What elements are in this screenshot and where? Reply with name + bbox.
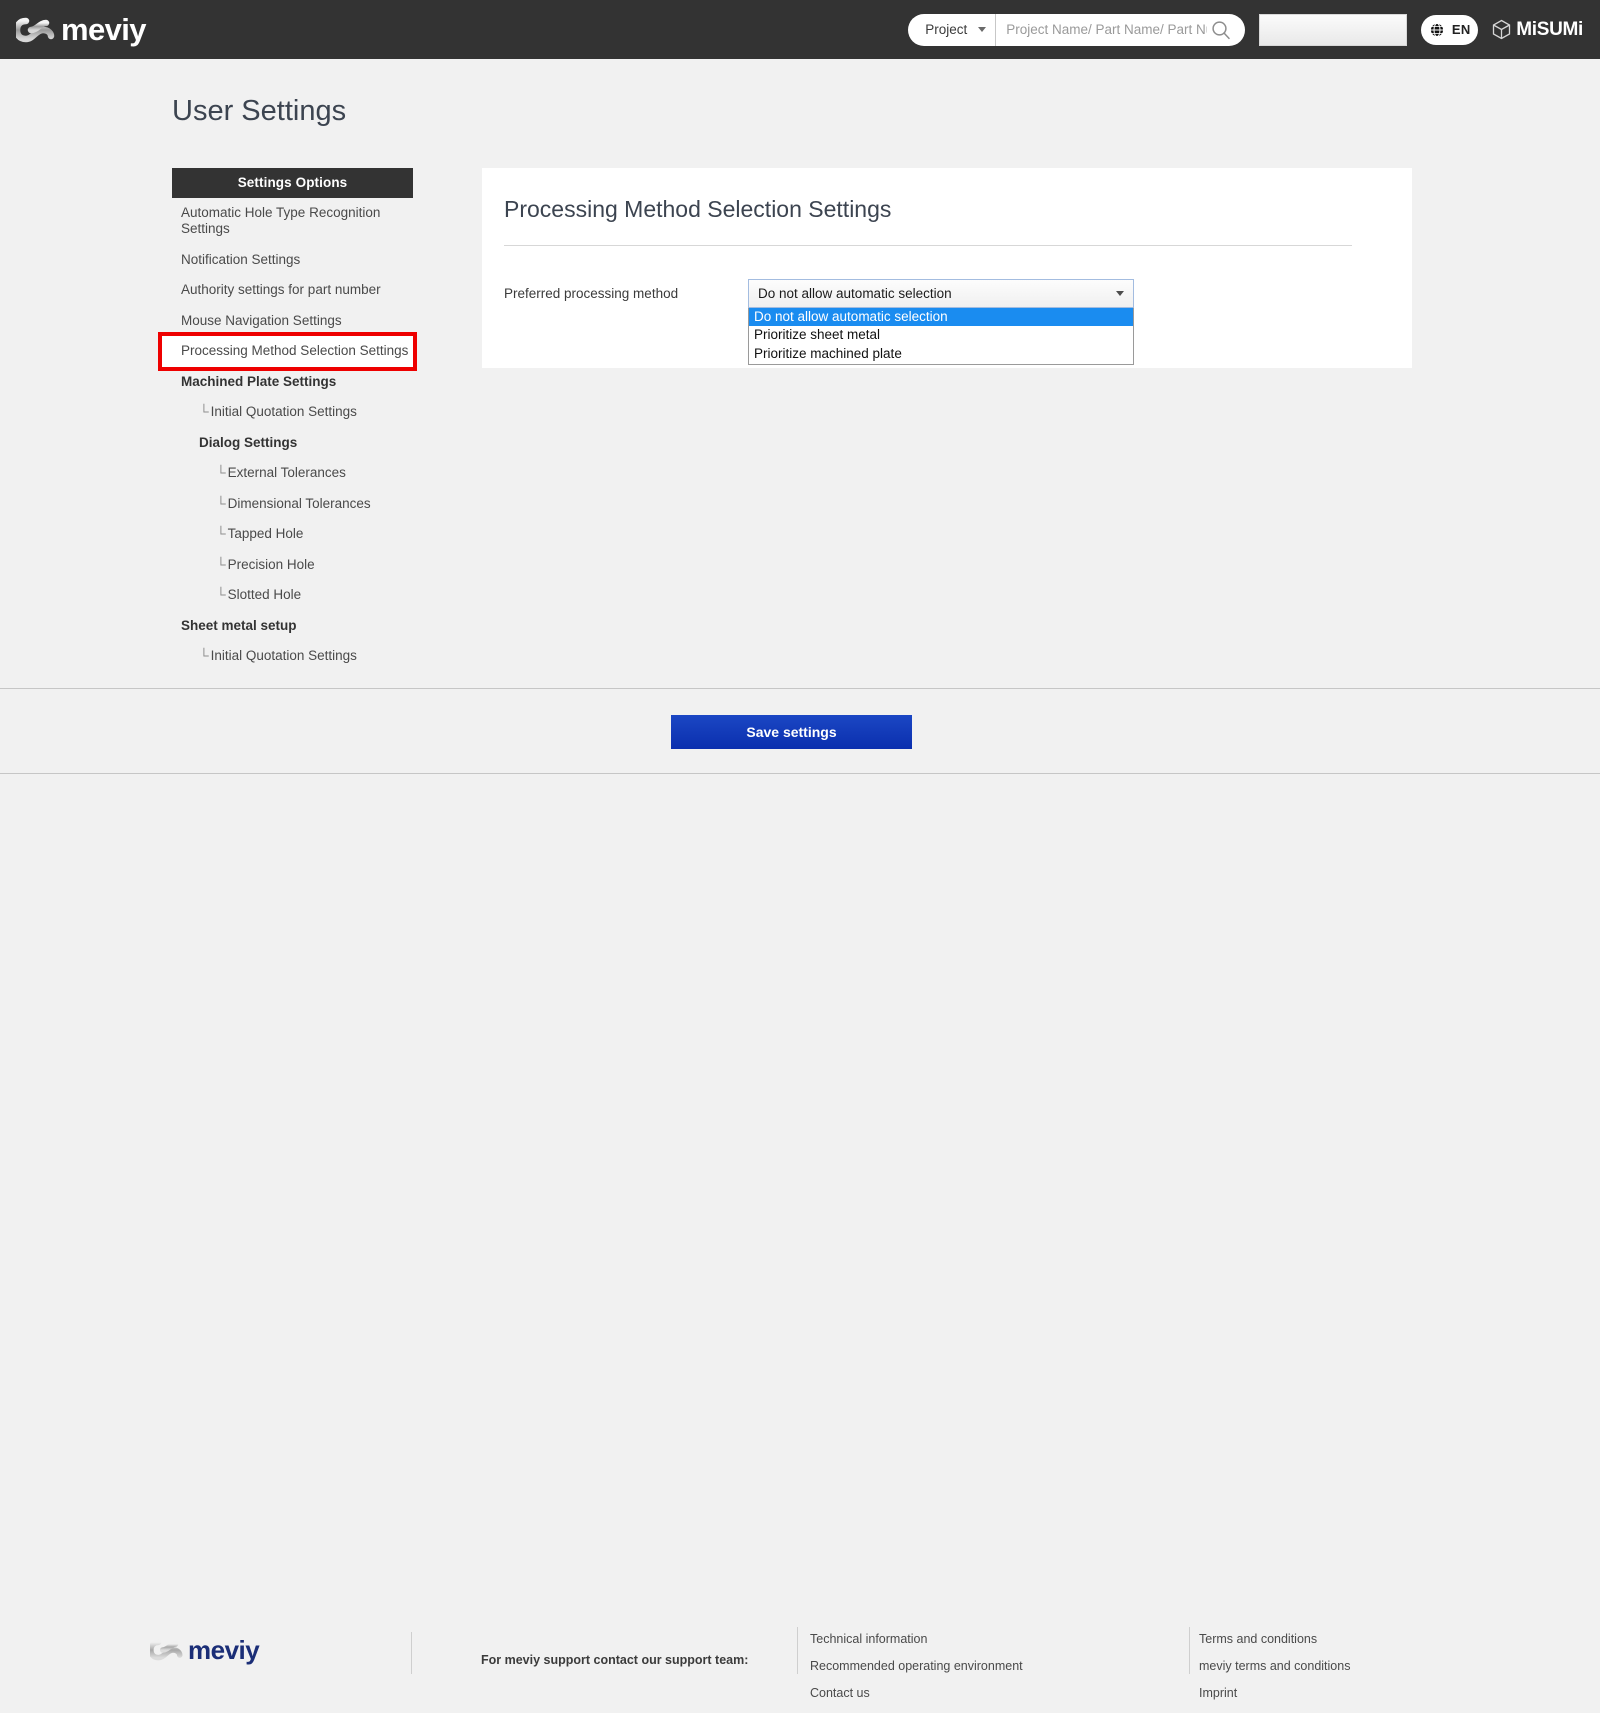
footer-link-recommended-operating-environment[interactable]: Recommended operating environment <box>810 1659 1023 1673</box>
footer-link-meviy-terms-and-conditions[interactable]: meviy terms and conditions <box>1199 1659 1350 1673</box>
search-scope-label: Project <box>925 22 968 37</box>
sidebar-item-label: Initial Quotation Settings <box>210 648 357 664</box>
tree-branch-icon: └ <box>216 587 226 603</box>
sidebar-item-label: External Tolerances <box>227 465 346 481</box>
tree-branch-icon: └ <box>216 495 226 511</box>
sidebar-item-tapped-hole[interactable]: └ Tapped Hole <box>172 519 413 549</box>
select-option-prioritize-machined-plate[interactable]: Prioritize machined plate <box>749 345 1133 363</box>
footer-meviy-logo[interactable]: meviy <box>150 1635 260 1665</box>
settings-sidebar: Settings Options Automatic Hole Type Rec… <box>158 168 417 672</box>
sidebar-group-label: Dialog Settings <box>199 434 298 450</box>
search-scope-dropdown[interactable]: Project <box>908 13 997 46</box>
sidebar-item-dimensional-tolerances[interactable]: └ Dimensional Tolerances <box>172 489 413 519</box>
footer-link-contact-us[interactable]: Contact us <box>810 1686 1023 1700</box>
sidebar-group-machined-plate-settings: Machined Plate Settings <box>172 367 413 397</box>
sidebar-item-label: Processing Method Selection Settings <box>181 343 409 359</box>
footer-divider-1 <box>411 1632 412 1674</box>
misumi-wordmark: MiSUMi <box>1516 18 1583 40</box>
top-header-bar: meviy Project Project Name/ Part Name/ P… <box>0 0 1600 59</box>
sidebar-item-label: Notification Settings <box>181 251 301 267</box>
sidebar-group-label: Machined Plate Settings <box>181 373 337 389</box>
footer-divider-2 <box>797 1627 798 1674</box>
sidebar-item-label: Slotted Hole <box>227 587 302 603</box>
footer-support-column: For meviy support contact our support te… <box>481 1653 748 1675</box>
misumi-cube-icon <box>1493 19 1511 40</box>
save-settings-button[interactable]: Save settings <box>671 715 912 749</box>
sidebar-item-machined-plate-initial-quotation-settings[interactable]: └ Initial Quotation Settings <box>172 397 413 427</box>
preferred-processing-method-select-area: Do not allow automatic selection Do not … <box>748 279 1134 366</box>
tree-branch-icon: └ <box>216 465 226 481</box>
panel-title: Processing Method Selection Settings <box>504 196 892 222</box>
option-label: Prioritize sheet metal <box>754 327 881 343</box>
chevron-down-icon <box>978 27 987 32</box>
preferred-processing-method-row: Preferred processing method Do not allow… <box>482 246 1412 366</box>
tree-branch-icon: └ <box>216 556 226 572</box>
tree-branch-icon: └ <box>216 526 226 542</box>
sidebar-item-precision-hole[interactable]: └ Precision Hole <box>172 550 413 580</box>
footer-support-heading: For meviy support contact our support te… <box>481 1653 749 1667</box>
footer-links-column-2: Terms and conditions meviy terms and con… <box>1199 1632 1350 1713</box>
sidebar-item-label: Authority settings for part number <box>181 282 381 298</box>
select-option-list: Do not allow automatic selection Priorit… <box>748 308 1134 366</box>
chevron-down-icon <box>1116 291 1124 296</box>
footer-brand-wordmark: meviy <box>188 1635 260 1665</box>
sidebar-item-mouse-navigation-settings[interactable]: Mouse Navigation Settings <box>172 306 413 336</box>
brand-wordmark: meviy <box>61 12 147 47</box>
sidebar-item-authority-settings-for-part-number[interactable]: Authority settings for part number <box>172 275 413 305</box>
section-divider-top <box>0 688 1600 689</box>
page-title: User Settings <box>172 95 347 127</box>
sidebar-item-label: Mouse Navigation Settings <box>181 312 342 328</box>
header-blank-panel <box>1259 13 1408 46</box>
sidebar-item-label: Tapped Hole <box>227 526 304 542</box>
select-option-do-not-allow-automatic-selection[interactable]: Do not allow automatic selection <box>749 308 1133 327</box>
select-option-prioritize-sheet-metal[interactable]: Prioritize sheet metal <box>749 326 1133 344</box>
page-footer: meviy For meviy support contact our supp… <box>0 774 1600 1700</box>
sidebar-group-label: Sheet metal setup <box>181 617 297 633</box>
search-bar: Project <box>908 13 1246 46</box>
language-code: EN <box>1451 22 1471 37</box>
footer-link-terms-and-conditions[interactable]: Terms and conditions <box>1199 1632 1350 1646</box>
sidebar-item-automatic-hole-type-recognition-settings[interactable]: Automatic Hole Type Recognition Settings <box>172 198 413 245</box>
sidebar-item-slotted-hole[interactable]: └ Slotted Hole <box>172 580 413 610</box>
settings-panel: Processing Method Selection Settings Pre… <box>482 168 1412 368</box>
search-button[interactable] <box>1207 14 1245 46</box>
infinity-icon <box>16 17 55 42</box>
footer-link-imprint[interactable]: Imprint <box>1199 1686 1350 1700</box>
search-icon <box>1212 20 1230 39</box>
meviy-logo[interactable]: meviy <box>16 12 147 47</box>
sidebar-group-sheet-metal-setup: Sheet metal setup <box>172 611 413 641</box>
option-label: Prioritize machined plate <box>754 345 902 361</box>
header-right-group: Project EN <box>908 13 1583 46</box>
option-label: Do not allow automatic selection <box>754 309 948 324</box>
globe-icon <box>1429 22 1444 37</box>
sidebar-item-sheet-metal-initial-quotation-settings[interactable]: └ Initial Quotation Settings <box>172 641 413 671</box>
tree-branch-icon: └ <box>199 404 209 420</box>
sidebar-item-label: Dimensional Tolerances <box>227 495 371 511</box>
sidebar-item-label: Initial Quotation Settings <box>210 404 357 420</box>
sidebar-item-label: Precision Hole <box>227 556 315 572</box>
footer-links-column-1: Technical information Recommended operat… <box>810 1632 1023 1713</box>
misumi-logo[interactable]: MiSUMi <box>1492 19 1583 41</box>
sidebar-group-dialog-settings: Dialog Settings <box>172 428 413 458</box>
footer-link-technical-information[interactable]: Technical information <box>810 1632 1023 1646</box>
footer-divider-3 <box>1189 1627 1190 1674</box>
sidebar-item-label: Automatic Hole Type Recognition Settings <box>181 205 381 237</box>
sidebar-item-processing-method-selection-settings[interactable]: Processing Method Selection Settings <box>158 332 417 371</box>
select-current-value: Do not allow automatic selection <box>758 286 952 301</box>
sidebar-item-notification-settings[interactable]: Notification Settings <box>172 245 413 275</box>
infinity-icon <box>150 1639 183 1661</box>
preferred-processing-method-select[interactable]: Do not allow automatic selection <box>748 279 1134 308</box>
search-input[interactable] <box>996 13 1208 46</box>
tree-branch-icon: └ <box>199 648 209 664</box>
sidebar-header: Settings Options <box>172 168 413 198</box>
preferred-processing-method-label: Preferred processing method <box>504 286 679 301</box>
sidebar-item-external-tolerances[interactable]: └ External Tolerances <box>172 458 413 488</box>
language-selector[interactable]: EN <box>1421 14 1479 45</box>
